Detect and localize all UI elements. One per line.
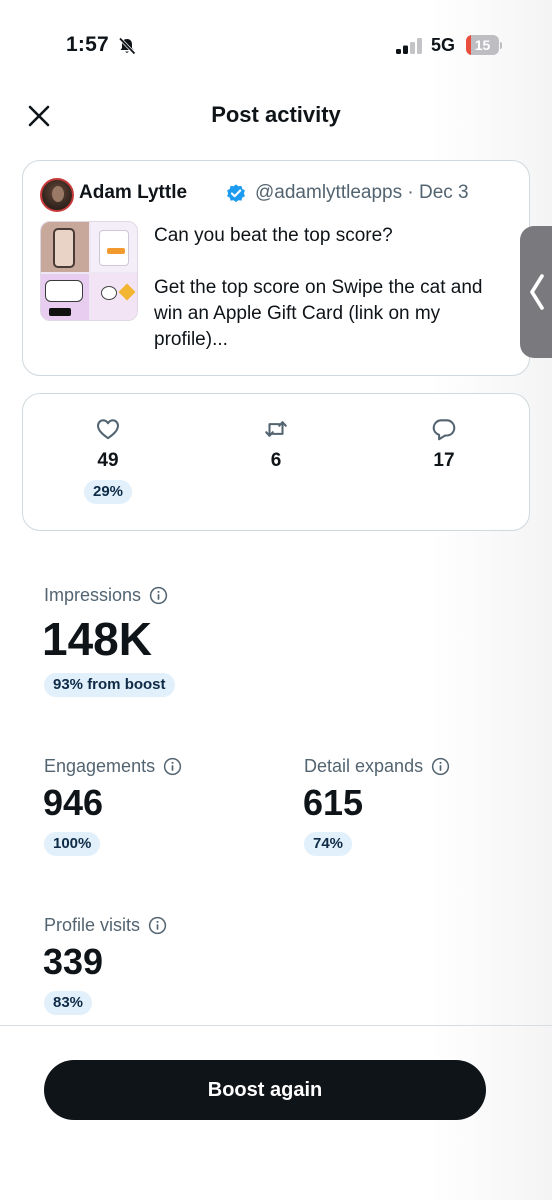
post-text: Can you beat the top score? Get the top … <box>154 223 514 353</box>
status-bar: 1:57 5G 15 <box>0 0 552 90</box>
replies-metric: 17 <box>384 416 504 472</box>
status-time: 1:57 <box>66 33 109 56</box>
likes-percent-badge: 29% <box>84 480 133 504</box>
battery-icon: 15 <box>466 35 502 55</box>
likes-metric: 49 <box>48 416 168 472</box>
heart-icon <box>97 419 119 440</box>
author-name: Adam Lyttle <box>79 182 188 203</box>
signal-icon <box>396 38 422 54</box>
reposts-metric: 6 <box>216 416 336 472</box>
impressions-label-row: Impressions <box>44 585 168 606</box>
detail-expands-badge: 74% <box>304 832 353 856</box>
network-label: 5G <box>431 35 456 55</box>
info-icon[interactable] <box>149 586 168 605</box>
author-handle: @adamlyttleapps · Dec 3 <box>255 182 469 203</box>
profile-visits-label-row: Profile visits <box>44 915 167 936</box>
likes-count: 49 <box>97 450 119 471</box>
engagements-label: Engagements <box>44 756 156 776</box>
detail-expands-label: Detail expands <box>304 756 424 776</box>
post-preview-card[interactable]: Adam Lyttle @adamlyttleapps · Dec 3 Can … <box>22 160 530 376</box>
detail-expands-value: 615 <box>303 782 364 823</box>
info-icon[interactable] <box>431 757 450 776</box>
engagement-summary-card: 49 6 17 <box>22 393 530 531</box>
page-title: Post activity <box>211 102 341 127</box>
info-icon[interactable] <box>163 757 182 776</box>
bell-muted-icon <box>118 37 136 55</box>
engagements-value: 946 <box>43 782 104 823</box>
impressions-badge: 93% from boost <box>44 673 175 697</box>
impressions-value: 148K <box>42 613 152 665</box>
chevron-left-icon <box>530 274 544 310</box>
profile-visits-label: Profile visits <box>44 915 141 935</box>
detail-expands-label-row: Detail expands <box>304 756 450 777</box>
engagements-label-row: Engagements <box>44 756 182 777</box>
post-text-line-1: Can you beat the top score? <box>154 225 393 246</box>
side-panel-handle[interactable] <box>520 226 552 358</box>
impressions-label: Impressions <box>44 585 142 605</box>
info-icon[interactable] <box>148 916 167 935</box>
boost-again-button[interactable]: Boost again <box>44 1060 486 1120</box>
replies-count: 17 <box>433 450 455 471</box>
profile-visits-value: 339 <box>43 941 104 982</box>
profile-visits-badge: 83% <box>44 991 93 1015</box>
battery-level: 15 <box>474 37 491 53</box>
divider <box>0 1025 552 1026</box>
post-activity-screen: 1:57 5G 15 Post activity Adam Lyttle @ad… <box>0 0 552 1200</box>
verified-badge-icon <box>227 184 245 203</box>
post-text-line-2: Get the top score on Swipe the cat and w… <box>154 277 483 350</box>
post-image-thumbnail[interactable] <box>40 221 138 321</box>
reply-icon <box>432 419 456 441</box>
avatar[interactable] <box>40 178 74 212</box>
repost-icon <box>265 421 287 437</box>
engagements-badge: 100% <box>44 832 101 856</box>
reposts-count: 6 <box>270 450 282 471</box>
